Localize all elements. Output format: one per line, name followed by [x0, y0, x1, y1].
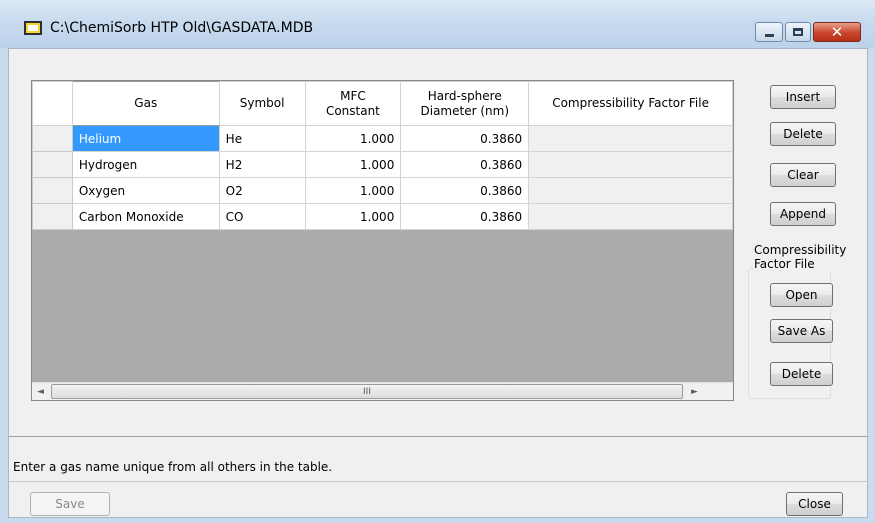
corner-header[interactable]	[32, 81, 73, 126]
table-row[interactable]: Helium He 1.000 0.3860	[32, 125, 733, 152]
table-row[interactable]: Hydrogen H2 1.000 0.3860	[32, 151, 733, 178]
client-area: Gas Symbol MFC Constant Hard-sphere Diam…	[8, 48, 868, 518]
maximize-icon	[793, 28, 803, 36]
bottom-divider	[9, 481, 867, 482]
close-button[interactable]: Close	[786, 492, 843, 516]
cell-gas[interactable]: Oxygen	[71, 177, 220, 204]
compressibility-factor-file-label: Compressibility Factor File	[754, 243, 854, 271]
horizontal-scrollbar[interactable]: ◄ III ►	[32, 382, 733, 400]
cell-compressibility-factor-file[interactable]	[528, 203, 733, 230]
cell-mfc-constant[interactable]: 1.000	[304, 203, 402, 230]
minimize-icon	[764, 33, 774, 37]
cell-mfc-constant[interactable]: 1.000	[304, 151, 402, 178]
app-window: C:\ChemiSorb HTP Old\GASDATA.MDB ✕ Gas S…	[0, 0, 875, 523]
column-header-mfc-constant[interactable]: MFC Constant	[304, 81, 402, 126]
close-window-button[interactable]: ✕	[813, 22, 861, 42]
cell-compressibility-factor-file[interactable]	[528, 177, 733, 204]
minimize-button[interactable]	[755, 22, 783, 42]
append-button[interactable]: Append	[770, 202, 836, 226]
clear-button[interactable]: Clear	[770, 163, 836, 187]
insert-button[interactable]: Insert	[770, 85, 836, 109]
cell-compressibility-factor-file[interactable]	[528, 125, 733, 152]
cff-save-as-button[interactable]: Save As	[770, 319, 833, 343]
close-icon: ✕	[830, 22, 844, 41]
column-header-compressibility-factor-file[interactable]: Compressibility Factor File	[528, 81, 733, 126]
cell-symbol[interactable]: H2	[218, 151, 306, 178]
row-header[interactable]	[32, 125, 73, 152]
cell-symbol[interactable]: CO	[218, 203, 306, 230]
cell-hard-sphere-diameter[interactable]: 0.3860	[400, 151, 530, 178]
gas-data-grid[interactable]: Gas Symbol MFC Constant Hard-sphere Diam…	[31, 80, 734, 401]
gas-table: Gas Symbol MFC Constant Hard-sphere Diam…	[32, 81, 733, 230]
row-header[interactable]	[32, 177, 73, 204]
cell-hard-sphere-diameter[interactable]: 0.3860	[400, 177, 530, 204]
cell-hard-sphere-diameter[interactable]: 0.3860	[400, 125, 530, 152]
column-header-gas[interactable]: Gas	[71, 81, 220, 126]
row-header[interactable]	[32, 203, 73, 230]
maximize-button[interactable]	[785, 22, 811, 42]
status-divider	[9, 436, 867, 437]
cell-hard-sphere-diameter[interactable]: 0.3860	[400, 203, 530, 230]
cff-delete-button[interactable]: Delete	[770, 362, 833, 386]
scroll-left-arrow-icon[interactable]: ◄	[32, 383, 49, 400]
row-header[interactable]	[32, 151, 73, 178]
window-title: C:\ChemiSorb HTP Old\GASDATA.MDB	[50, 20, 314, 36]
title-bar[interactable]: C:\ChemiSorb HTP Old\GASDATA.MDB ✕	[0, 0, 875, 48]
save-button[interactable]: Save	[30, 492, 110, 516]
header-row: Gas Symbol MFC Constant Hard-sphere Diam…	[32, 81, 733, 126]
cff-open-button[interactable]: Open	[770, 283, 833, 307]
scroll-thumb[interactable]: III	[51, 384, 683, 399]
cell-gas[interactable]: Carbon Monoxide	[71, 203, 220, 230]
cell-mfc-constant[interactable]: 1.000	[304, 125, 402, 152]
cell-gas[interactable]: Helium	[71, 125, 220, 152]
column-header-hard-sphere-diameter[interactable]: Hard-sphere Diameter (nm)	[400, 81, 530, 126]
cell-mfc-constant[interactable]: 1.000	[304, 177, 402, 204]
table-row[interactable]: Carbon Monoxide CO 1.000 0.3860	[32, 203, 733, 230]
status-message: Enter a gas name unique from all others …	[13, 460, 333, 474]
cell-gas[interactable]: Hydrogen	[71, 151, 220, 178]
delete-button[interactable]: Delete	[770, 122, 836, 146]
cell-symbol[interactable]: He	[218, 125, 306, 152]
scroll-right-arrow-icon[interactable]: ►	[686, 383, 703, 400]
app-window-icon	[24, 21, 42, 35]
table-row[interactable]: Oxygen O2 1.000 0.3860	[32, 177, 733, 204]
scroll-grip-icon: III	[363, 386, 371, 397]
column-header-symbol[interactable]: Symbol	[218, 81, 306, 126]
cell-compressibility-factor-file[interactable]	[528, 151, 733, 178]
cell-symbol[interactable]: O2	[218, 177, 306, 204]
